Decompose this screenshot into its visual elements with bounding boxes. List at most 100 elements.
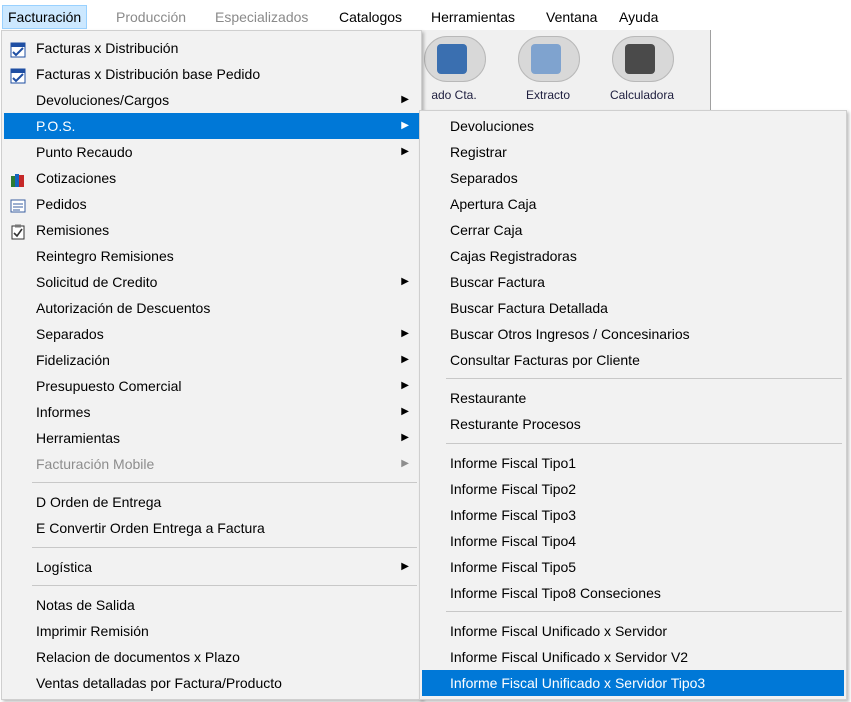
pos-item-buscar-factura[interactable]: Buscar Factura: [422, 269, 844, 295]
menu-item-devoluciones-cargos[interactable]: Devoluciones/Cargos ▶: [4, 87, 419, 113]
submenu-arrow-icon: ▶: [401, 380, 409, 391]
toolbar: ado Cta. Extracto Calculadora: [420, 30, 711, 111]
menu-item-label: Buscar Factura Detallada: [450, 300, 608, 316]
pos-item-separados[interactable]: Separados: [422, 165, 844, 191]
menu-item-label: Notas de Salida: [36, 597, 135, 613]
menu-item-label: Facturación Mobile: [36, 456, 155, 472]
menu-item-fidelizacion[interactable]: Fidelización ▶: [4, 347, 419, 373]
button-label: ado Cta.: [431, 88, 477, 102]
button-label: Extracto: [525, 88, 570, 102]
button-label: Calculadora: [609, 88, 675, 102]
menubar-catalogos[interactable]: Catalogos: [334, 6, 407, 28]
pos-item-informe-fiscal-tipo4[interactable]: Informe Fiscal Tipo4: [422, 528, 844, 554]
pos-item-devoluciones[interactable]: Devoluciones: [422, 113, 844, 139]
menu-item-facturas-distribucion-pedido[interactable]: Facturas x Distribución base Pedido: [4, 61, 419, 87]
pos-item-informe-fiscal-tipo5[interactable]: Informe Fiscal Tipo5: [422, 554, 844, 580]
menu-item-notas-salida[interactable]: Notas de Salida: [4, 592, 419, 618]
extract-icon: [531, 44, 561, 74]
menubar-ventana[interactable]: Ventana: [541, 6, 602, 28]
pos-item-informe-fiscal-tipo3[interactable]: Informe Fiscal Tipo3: [422, 502, 844, 528]
menu-item-label: Imprimir Remisión: [36, 623, 149, 639]
menu-item-autorizacion-descuentos[interactable]: Autorización de Descuentos: [4, 295, 419, 321]
menu-item-convertir-orden-entrega[interactable]: E Convertir Orden Entrega a Factura: [4, 515, 419, 541]
pos-item-informe-fiscal-tipo8[interactable]: Informe Fiscal Tipo8 Conseciones: [422, 580, 844, 606]
menu-item-separados[interactable]: Separados ▶: [4, 321, 419, 347]
pos-item-informe-fiscal-tipo1[interactable]: Informe Fiscal Tipo1: [422, 450, 844, 476]
menu-item-label: Informe Fiscal Tipo8 Conseciones: [450, 585, 661, 601]
menu-item-label: Autorización de Descuentos: [36, 300, 211, 316]
menu-item-ventas-detalladas[interactable]: Ventas detalladas por Factura/Producto: [4, 670, 419, 696]
submenu-arrow-icon: ▶: [401, 120, 409, 131]
menu-item-label: Informe Fiscal Tipo2: [450, 481, 577, 497]
menubar-produccion[interactable]: Producción: [111, 6, 191, 28]
menu-item-label: Separados: [36, 326, 104, 342]
menu-item-label: Informe Fiscal Unificado x Servidor V2: [450, 649, 689, 665]
menubar-herramientas[interactable]: Herramientas: [426, 6, 520, 28]
menubar-ayuda[interactable]: Ayuda: [614, 6, 663, 28]
menu-item-label: Logística: [36, 559, 93, 575]
menu-item-label: Apertura Caja: [450, 196, 537, 212]
menu-item-label: Remisiones: [36, 222, 110, 238]
menu-item-label: Solicitud de Credito: [36, 274, 158, 290]
form-icon: [10, 196, 26, 213]
submenu-arrow-icon: ▶: [401, 432, 409, 443]
menu-item-pedidos[interactable]: Pedidos: [4, 191, 419, 217]
menu-item-punto-recaudo[interactable]: Punto Recaudo ▶: [4, 139, 419, 165]
menu-separator: [32, 547, 417, 548]
pos-item-consultar-facturas-cliente[interactable]: Consultar Facturas por Cliente: [422, 347, 844, 373]
menu-item-presupuesto-comercial[interactable]: Presupuesto Comercial ▶: [4, 373, 419, 399]
pos-item-buscar-otros-ingresos[interactable]: Buscar Otros Ingresos / Concesinarios: [422, 321, 844, 347]
menu-item-orden-entrega[interactable]: D Orden de Entrega: [4, 489, 419, 515]
menu-item-pos[interactable]: P.O.S. ▶: [4, 113, 419, 139]
menu-item-label: Cotizaciones: [36, 170, 117, 186]
pos-item-buscar-factura-detallada[interactable]: Buscar Factura Detallada: [422, 295, 844, 321]
menu-item-label: Restaurante: [450, 390, 527, 406]
pos-item-registrar[interactable]: Registrar: [422, 139, 844, 165]
pos-item-restaurante[interactable]: Restaurante: [422, 385, 844, 411]
menu-item-label: Separados: [450, 170, 518, 186]
estado-cuenta-button[interactable]: ado Cta.: [414, 36, 494, 108]
menu-item-solicitud-credito[interactable]: Solicitud de Credito ▶: [4, 269, 419, 295]
menu-item-relacion-documentos-plazo[interactable]: Relacion de documentos x Plazo: [4, 644, 419, 670]
pos-item-apertura-caja[interactable]: Apertura Caja: [422, 191, 844, 217]
menu-item-label: Informe Fiscal Unificado x Servidor: [450, 623, 668, 639]
pos-item-resturante-procesos[interactable]: Resturante Procesos: [422, 411, 844, 437]
pos-item-informe-unificado-servidor-v2[interactable]: Informe Fiscal Unificado x Servidor V2: [422, 644, 844, 670]
submenu-arrow-icon: ▶: [401, 561, 409, 572]
menubar-especializados[interactable]: Especializados: [210, 6, 313, 28]
menu-item-logistica[interactable]: Logística ▶: [4, 554, 419, 580]
menu-item-label: Buscar Factura: [450, 274, 545, 290]
menu-item-label: Herramientas: [36, 430, 121, 446]
pos-item-cajas-registradoras[interactable]: Cajas Registradoras: [422, 243, 844, 269]
submenu-arrow-icon: ▶: [401, 146, 409, 157]
submenu-arrow-icon: ▶: [401, 354, 409, 365]
menu-item-label: Devoluciones/Cargos: [36, 92, 170, 108]
pos-item-cerrar-caja[interactable]: Cerrar Caja: [422, 217, 844, 243]
menu-item-reintegro-remisiones[interactable]: Reintegro Remisiones: [4, 243, 419, 269]
pos-item-informe-unificado-servidor[interactable]: Informe Fiscal Unificado x Servidor: [422, 618, 844, 644]
menu-item-informes[interactable]: Informes ▶: [4, 399, 419, 425]
menu-item-label: Informes: [36, 404, 91, 420]
invoice-icon: [10, 66, 26, 84]
pos-item-informe-fiscal-tipo2[interactable]: Informe Fiscal Tipo2: [422, 476, 844, 502]
menu-item-label: Facturas x Distribución base Pedido: [36, 66, 261, 82]
menu-separator: [32, 585, 417, 586]
menu-item-remisiones[interactable]: Remisiones: [4, 217, 419, 243]
menu-item-herramientas[interactable]: Herramientas ▶: [4, 425, 419, 451]
extracto-button[interactable]: Extracto: [508, 36, 588, 108]
calculadora-button[interactable]: Calculadora: [602, 36, 682, 108]
menu-item-imprimir-remision[interactable]: Imprimir Remisión: [4, 618, 419, 644]
menu-item-label: Informe Fiscal Tipo4: [450, 533, 577, 549]
pos-item-informe-unificado-servidor-tipo3[interactable]: Informe Fiscal Unificado x Servidor Tipo…: [422, 670, 844, 696]
clipboard-check-icon: [10, 222, 26, 240]
menubar-facturacion[interactable]: Facturación: [2, 5, 88, 29]
menu-item-label: Registrar: [450, 144, 507, 160]
submenu-arrow-icon: ▶: [401, 276, 409, 287]
menu-item-cotizaciones[interactable]: Cotizaciones: [4, 165, 419, 191]
menu-separator: [446, 443, 842, 444]
account-statement-icon: [437, 44, 467, 74]
menu-item-facturas-distribucion[interactable]: Facturas x Distribución: [4, 35, 419, 61]
menu-item-label: Relacion de documentos x Plazo: [36, 649, 240, 665]
menu-item-label: E Convertir Orden Entrega a Factura: [36, 520, 265, 536]
menu-item-label: Reintegro Remisiones: [36, 248, 174, 264]
